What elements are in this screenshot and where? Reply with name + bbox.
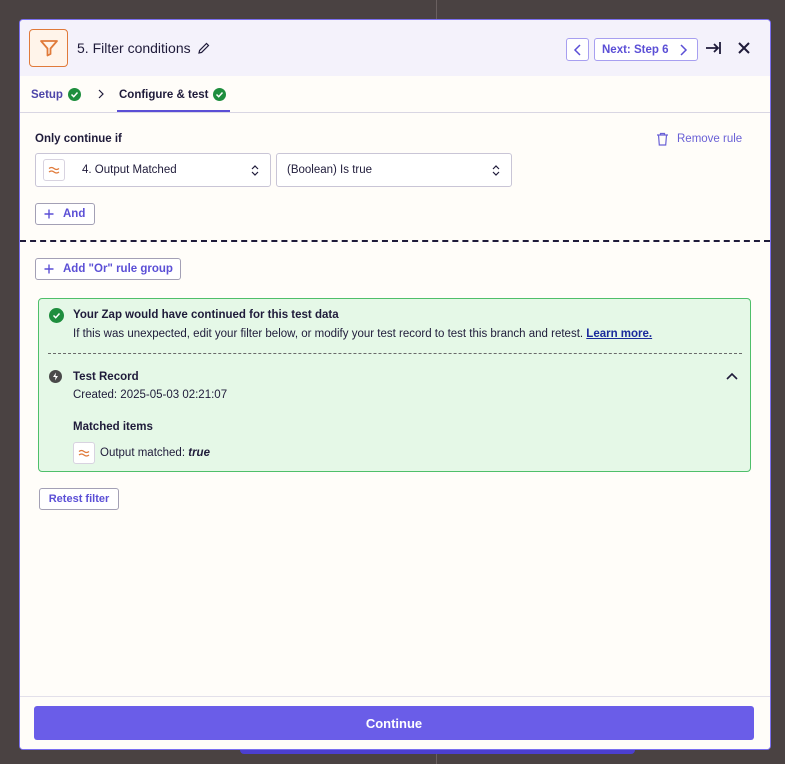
close-icon[interactable] [736, 40, 752, 56]
remove-rule-label: Remove rule [677, 133, 743, 145]
active-tab-indicator [117, 110, 230, 112]
matched-items-title: Matched items [73, 421, 153, 433]
tab-setup-label: Setup [31, 88, 63, 101]
bolt-icon [49, 370, 62, 383]
title-text: 5. Filter conditions [77, 40, 191, 56]
matched-item-label: Output matched: [100, 447, 186, 459]
page-title: 5. Filter conditions [77, 40, 211, 56]
tab-setup[interactable]: Setup [31, 88, 81, 101]
test-result-panel: Your Zap would have continued for this t… [38, 298, 751, 472]
test-record-created: Created: 2025-05-03 02:21:07 [73, 389, 228, 401]
rule-group: Only continue if Remove rule 4. Output M… [20, 113, 770, 240]
next-step-button[interactable]: Next: Step 6 [594, 38, 698, 61]
check-icon [67, 88, 81, 101]
next-step-label: Next: Step 6 [602, 43, 669, 56]
chevron-right-icon [680, 43, 688, 56]
operator-select[interactable]: (Boolean) Is true [276, 153, 512, 187]
plus-icon [44, 209, 54, 219]
step-tabs: Setup Configure & test [20, 76, 770, 113]
retest-filter-button[interactable]: Retest filter [39, 488, 119, 510]
result-title: Your Zap would have continued for this t… [73, 309, 339, 321]
add-and-label: And [63, 208, 86, 220]
check-icon [213, 88, 227, 101]
filter-app-icon [29, 29, 68, 67]
tab-configure-label: Configure & test [119, 88, 209, 101]
pencil-icon[interactable] [197, 41, 211, 55]
only-continue-label: Only continue if [35, 133, 122, 145]
matched-item: Output matched: true [100, 447, 210, 459]
filter-modal: 5. Filter conditions Next: Step 6 Setup [19, 19, 771, 750]
add-or-group-label: Add "Or" rule group [63, 263, 173, 275]
remove-rule-button[interactable]: Remove rule [656, 132, 742, 146]
test-record-title: Test Record [73, 371, 139, 383]
result-description-text: If this was unexpected, edit your filter… [73, 328, 584, 340]
chevron-right-icon [98, 89, 104, 99]
up-down-icon [251, 165, 259, 176]
modal-footer: Continue [20, 696, 770, 749]
add-or-group-button[interactable]: Add "Or" rule group [35, 258, 181, 280]
field-select-value: 4. Output Matched [82, 164, 177, 176]
formatter-icon [43, 159, 65, 181]
result-description: If this was unexpected, edit your filter… [73, 328, 652, 340]
add-and-button[interactable]: And [35, 203, 95, 225]
modal-header: 5. Filter conditions Next: Step 6 [20, 20, 770, 76]
continue-button[interactable]: Continue [34, 706, 754, 740]
field-select[interactable]: 4. Output Matched [35, 153, 271, 187]
check-icon [49, 308, 64, 323]
plus-icon [44, 264, 54, 274]
learn-more-link[interactable]: Learn more. [586, 328, 652, 340]
result-divider [48, 353, 742, 354]
up-down-icon [492, 165, 500, 176]
operator-select-value: (Boolean) Is true [287, 164, 373, 176]
trash-icon [657, 132, 668, 146]
chevron-up-icon[interactable] [725, 371, 739, 381]
matched-item-value: true [188, 447, 210, 459]
background-line [436, 0, 437, 20]
chevron-left-icon [573, 43, 581, 56]
formatter-icon [73, 442, 95, 464]
filter-icon [39, 40, 58, 57]
test-section: Add "Or" rule group Your Zap would have … [20, 242, 770, 562]
collapse-panel-icon[interactable] [704, 39, 722, 57]
tab-configure-test[interactable]: Configure & test [119, 88, 227, 101]
previous-step-button[interactable] [566, 38, 589, 61]
